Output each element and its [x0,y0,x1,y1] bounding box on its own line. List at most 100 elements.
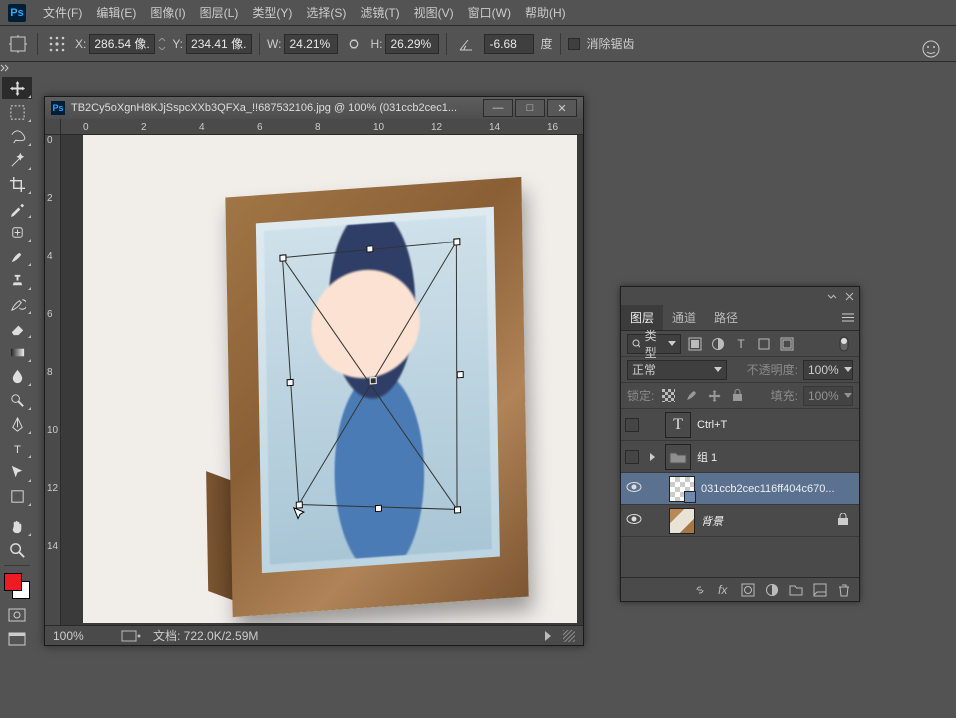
pen-tool[interactable] [2,413,32,435]
expand-gutter-icon[interactable] [0,62,10,72]
opacity-input[interactable]: 100% [803,360,853,380]
fill-input[interactable]: 100% [803,386,853,406]
clone-stamp-tool[interactable] [2,269,32,291]
ruler-origin[interactable] [45,119,61,135]
quickmask-toggle[interactable] [3,605,31,625]
menu-window[interactable]: 窗口(W) [461,1,518,24]
layer-name[interactable]: Ctrl+T [697,419,855,431]
layer-fx-icon[interactable]: fx [717,583,731,597]
angle-input[interactable] [484,34,534,54]
canvas[interactable] [83,135,577,623]
transform-handle-tl[interactable] [279,254,286,261]
filter-toggle[interactable] [835,335,853,353]
brush-tool[interactable] [2,245,32,267]
menu-file[interactable]: 文件(F) [36,1,89,24]
new-layer-icon[interactable] [813,583,827,597]
document-info[interactable]: 文档: 722.0K/2.59M [153,627,258,644]
panel-menu-icon[interactable] [837,305,859,330]
delete-layer-icon[interactable] [837,583,851,597]
menu-image[interactable]: 图像(I) [143,1,192,24]
layer-name[interactable]: 组 1 [697,449,855,465]
layer-row-background[interactable]: 背景 [621,505,859,537]
free-transform-box[interactable] [274,241,469,544]
marquee-tool[interactable] [2,101,32,123]
collapse-panel-icon[interactable] [827,291,838,302]
move-tool[interactable] [2,77,32,99]
screenmode-toggle[interactable] [3,629,31,649]
layer-name[interactable]: 背景 [701,513,831,529]
layer-row-group[interactable]: 组 1 [621,441,859,473]
canvas-area[interactable] [61,135,583,625]
menu-edit[interactable]: 编辑(E) [89,1,143,24]
transform-handle-tc[interactable] [366,245,373,252]
visibility-toggle[interactable] [625,481,643,496]
antialias-checkbox[interactable] [568,38,580,50]
transform-tool-icon[interactable] [6,32,30,56]
lock-all-icon[interactable] [728,387,746,405]
transform-handle-ml[interactable] [287,379,294,386]
tab-channels[interactable]: 通道 [663,305,705,330]
lock-transparent-icon[interactable] [659,387,677,405]
minimize-button[interactable]: — [483,99,513,117]
maximize-button[interactable]: □ [515,99,545,117]
status-icon[interactable] [121,630,141,642]
color-swatch[interactable] [4,573,30,599]
group-expand-icon[interactable] [650,453,655,461]
status-menu-icon[interactable] [545,631,551,641]
eraser-tool[interactable] [2,317,32,339]
zoom-tool[interactable] [2,539,32,561]
path-select-tool[interactable] [2,461,32,483]
menu-view[interactable]: 视图(V) [407,1,461,24]
ruler-horizontal[interactable]: 0 2 4 6 8 10 12 14 16 [61,119,583,135]
healing-brush-tool[interactable] [2,221,32,243]
h-input[interactable] [385,34,439,54]
menu-type[interactable]: 类型(Y) [245,1,299,24]
menu-select[interactable]: 选择(S) [299,1,353,24]
new-adjustment-icon[interactable] [765,583,779,597]
new-group-icon[interactable] [789,583,803,597]
y-input[interactable] [186,34,252,54]
lock-pixels-icon[interactable] [682,387,700,405]
foreground-color[interactable] [4,573,22,591]
filter-type-icon[interactable]: T [732,335,750,353]
visibility-toggle[interactable] [625,450,639,464]
link-layers-icon[interactable] [693,583,707,597]
resize-grip[interactable] [563,630,575,642]
x-input[interactable] [89,34,155,54]
scrub-icon[interactable] [158,38,166,50]
link-wh-icon[interactable] [344,34,364,54]
filter-pixel-icon[interactable] [686,335,704,353]
menu-help[interactable]: 帮助(H) [518,1,573,24]
ruler-vertical[interactable]: 0 2 4 6 8 10 12 14 [45,135,61,625]
visibility-toggle[interactable] [625,513,643,528]
history-brush-tool[interactable] [2,293,32,315]
transform-handle-mr[interactable] [457,371,464,378]
blur-tool[interactable] [2,365,32,387]
dodge-tool[interactable] [2,389,32,411]
transform-handle-tr[interactable] [453,238,460,245]
layer-row-smart[interactable]: 031ccb2cec116ff404c670... [621,473,859,505]
eyedropper-tool[interactable] [2,197,32,219]
reference-point-icon[interactable] [45,32,69,56]
hand-tool[interactable] [2,515,32,537]
crop-tool[interactable] [2,173,32,195]
lock-position-icon[interactable] [705,387,723,405]
filter-adjust-icon[interactable] [709,335,727,353]
menu-filter[interactable]: 滤镜(T) [353,1,406,24]
transform-center[interactable] [370,377,377,384]
zoom-level[interactable]: 100% [53,629,109,643]
blend-mode-select[interactable]: 正常 [627,360,727,380]
close-panel-icon[interactable] [844,291,855,302]
document-titlebar[interactable]: Ps TB2Cy5oXgnH8KJjSspcXXb3QFXa_!!6875321… [45,97,583,119]
menu-layer[interactable]: 图层(L) [193,1,246,24]
filter-smart-icon[interactable] [778,335,796,353]
close-button[interactable]: ✕ [547,99,577,117]
tab-paths[interactable]: 路径 [705,305,747,330]
filter-shape-icon[interactable] [755,335,773,353]
type-tool[interactable]: T [2,437,32,459]
lasso-tool[interactable] [2,125,32,147]
gradient-tool[interactable] [2,341,32,363]
w-input[interactable] [284,34,338,54]
magic-wand-tool[interactable] [2,149,32,171]
filter-kind-select[interactable]: 类型 [627,334,681,354]
